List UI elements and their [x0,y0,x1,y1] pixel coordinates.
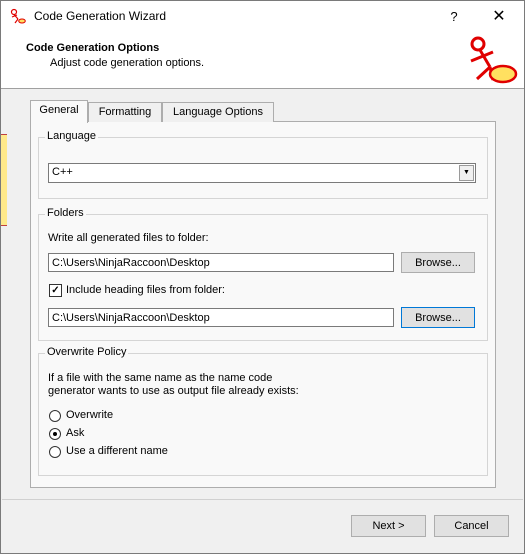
header-subtitle: Adjust code generation options. [50,57,205,69]
language-select[interactable]: C++ ▼ [48,163,476,183]
browse-heading-folder-button[interactable]: Browse... [401,307,475,328]
write-folder-label: Write all generated files to folder: [48,232,209,244]
different-name-radio-label: Use a different name [66,445,168,457]
folders-group-label: Folders [45,207,86,219]
help-button[interactable]: ? [442,7,466,27]
overwrite-radio-label: Overwrite [66,409,114,421]
browse-write-folder-button[interactable]: Browse... [401,252,475,273]
wizard-header: Code Generation Options Adjust code gene… [1,31,524,89]
dropdown-arrow-icon[interactable]: ▼ [459,165,474,181]
cancel-button[interactable]: Cancel [434,515,509,537]
overwrite-description-line1: If a file with the same name as the name… [48,372,273,384]
close-button[interactable]: ✕ [487,7,511,27]
wizard-window: Code Generation Wizard ? ✕ Code Generati… [0,0,525,554]
include-heading-checkbox[interactable]: ✓ [49,284,62,297]
language-group-label: Language [45,130,98,142]
ask-radio[interactable] [49,428,61,440]
tab-formatting[interactable]: Formatting [88,102,162,122]
tab-general[interactable]: General [30,100,88,123]
ask-radio-label: Ask [66,427,85,439]
app-icon [10,8,26,24]
heading-folder-input[interactable]: C:\Users\NinjaRaccoon\Desktop [48,308,394,327]
different-name-radio[interactable] [49,446,61,458]
title-bar: Code Generation Wizard ? ✕ [1,1,524,31]
overwrite-radio[interactable] [49,410,61,422]
overwrite-group-label: Overwrite Policy [45,346,129,358]
write-folder-input[interactable]: C:\Users\NinjaRaccoon\Desktop [48,253,394,272]
background-window-strip [1,134,7,226]
footer-divider [2,499,523,500]
language-select-value: C++ [52,166,73,178]
overwrite-description-line2: generator wants to use as output file al… [48,385,299,397]
wizard-logo-icon [470,36,518,84]
include-heading-label: Include heading files from folder: [66,284,225,296]
window-title: Code Generation Wizard [34,9,167,23]
tab-language-options[interactable]: Language Options [162,102,274,122]
header-title: Code Generation Options [26,42,160,54]
next-button[interactable]: Next > [351,515,426,537]
